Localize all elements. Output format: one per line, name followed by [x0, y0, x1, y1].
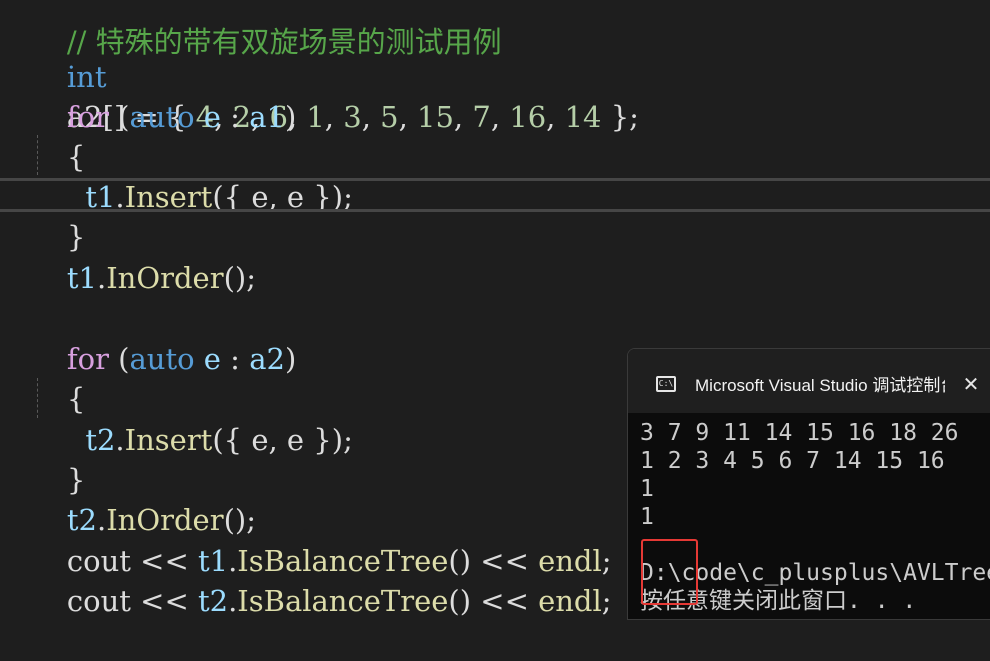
output-line: 1 — [640, 504, 654, 530]
code-line-cout-t1: cout << t1.IsBalanceTree() << endl; — [66, 544, 612, 578]
object-t2: t2 — [85, 423, 116, 457]
array-value: 3 — [343, 100, 362, 134]
console-output: 3 7 9 11 14 15 16 18 26 1 2 3 4 5 6 7 14… — [640, 419, 990, 615]
debug-console-window[interactable]: C:\ Microsoft Visual Studio 调试控制台 ✕ 3 7 … — [627, 348, 990, 620]
code-line-insert-t2: t2.Insert({ e, e }); — [85, 423, 353, 457]
code-line-for-a1: for (auto e : a1) — [66, 100, 297, 134]
close-icon[interactable]: ✕ — [958, 371, 984, 397]
cout: cout — [66, 584, 131, 618]
output-line: 1 2 3 4 5 6 7 14 15 16 — [640, 448, 945, 474]
code-line-cout-t2: cout << t2.IsBalanceTree() << endl; — [66, 584, 612, 618]
current-line-highlight — [0, 178, 990, 212]
array-value: 14 — [564, 100, 602, 134]
code-line-array-decl: int a2[] = { 4, 2, 6, 1, 3, 5, 15, 7, 16… — [66, 60, 639, 134]
isbalancetree-function: IsBalanceTree — [237, 584, 449, 618]
loop-var: e — [194, 100, 221, 134]
endl: endl — [538, 584, 602, 618]
array-value: 5 — [380, 100, 399, 134]
code-line-brace-close-2: } — [66, 463, 86, 497]
insert-function: Insert — [124, 423, 213, 457]
inorder-function: InOrder — [106, 261, 224, 295]
array-close: }; — [601, 100, 639, 134]
loop-range: a2 — [249, 342, 285, 376]
auto-keyword: auto — [129, 100, 195, 134]
loop-range: a1 — [249, 100, 285, 134]
code-line-brace-close: } — [66, 220, 86, 254]
code-line-inorder-t2: t2.InOrder(); — [66, 503, 256, 537]
output-line: 3 7 9 11 14 15 16 18 26 — [640, 420, 959, 446]
highlight-box — [641, 539, 698, 605]
code-line-brace-open-2: { — [66, 382, 86, 416]
object-t2: t2 — [197, 584, 229, 618]
array-value: 15 — [417, 100, 454, 134]
code-line-brace-open: { — [66, 140, 86, 174]
loop-var: e — [194, 342, 221, 376]
object-t1: t1 — [66, 261, 97, 295]
array-value: 16 — [509, 100, 547, 134]
code-line-for-a2: for (auto e : a2) — [66, 342, 297, 376]
output-line: 1 — [640, 476, 654, 502]
console-app-icon: C:\ — [656, 376, 676, 392]
auto-keyword: auto — [129, 342, 195, 376]
console-titlebar[interactable]: C:\ Microsoft Visual Studio 调试控制台 ✕ — [628, 349, 990, 413]
array-value: 1 — [306, 100, 325, 134]
console-title: Microsoft Visual Studio 调试控制台 — [695, 376, 945, 395]
array-value: 7 — [472, 100, 491, 134]
code-line-inorder-t1: t1.InOrder(); — [66, 261, 256, 295]
code-line-insert-t1: t1.Insert({ e, e }); — [85, 180, 353, 214]
